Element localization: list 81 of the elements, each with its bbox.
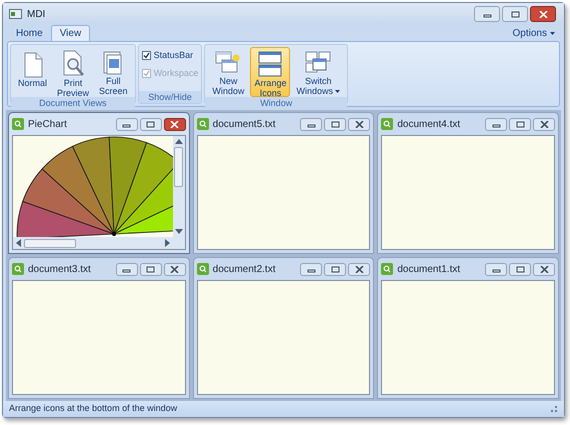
minimize-button[interactable] [485, 262, 507, 276]
maximize-button[interactable] [509, 262, 531, 276]
qt-logo-icon [381, 263, 394, 275]
caret-icon [550, 32, 555, 35]
child-window-title: document4.txt [397, 118, 462, 132]
close-button[interactable] [533, 118, 555, 130]
child-window-title: document1.txt [397, 262, 462, 276]
qt-logo-icon [381, 118, 394, 130]
minimize-button[interactable] [300, 118, 322, 130]
close-icon [170, 266, 180, 272]
close-button[interactable] [348, 118, 370, 130]
maximize-icon [330, 120, 340, 128]
qt-logo-icon [196, 118, 209, 130]
maximize-icon [330, 266, 340, 272]
close-button[interactable] [530, 6, 556, 22]
maximize-button[interactable] [502, 6, 528, 22]
maximize-button[interactable] [324, 262, 346, 276]
text-area[interactable] [381, 280, 555, 395]
qt-logo-icon [12, 118, 24, 130]
close-icon [354, 120, 364, 128]
maximize-icon [146, 266, 156, 272]
scroll-left-icon [15, 239, 22, 247]
child-window-title: PieChart [28, 118, 68, 132]
ribbon-button[interactable]: Full Screen [95, 47, 132, 97]
scroll-down-icon [174, 228, 183, 235]
child-window-title: document5.txt [212, 118, 276, 132]
page-icon [22, 52, 44, 78]
ribbon-button[interactable]: New Window [208, 47, 248, 97]
stacked-windows-icon [257, 50, 284, 78]
minimize-button[interactable] [485, 118, 507, 130]
text-area[interactable] [12, 280, 186, 395]
minimize-button[interactable] [300, 262, 322, 276]
ribbon-button[interactable]: Normal [14, 47, 52, 97]
minimize-button[interactable] [116, 118, 138, 130]
close-icon [538, 10, 548, 18]
ribbon-button[interactable]: Arrange Icons [250, 47, 290, 97]
maximize-button[interactable] [140, 118, 162, 130]
child-window-title: document3.txt [28, 262, 92, 276]
vertical-scrollbar[interactable] [172, 136, 185, 237]
horizontal-scrollbar[interactable] [13, 237, 173, 249]
ribbon-button[interactable]: Print Preview [53, 47, 94, 97]
qt-logo-icon [12, 263, 24, 275]
qt-logo-icon [196, 263, 209, 275]
text-area[interactable] [196, 280, 370, 395]
maximize-icon [516, 120, 524, 128]
page-magnifier-icon [61, 50, 86, 78]
close-button[interactable] [348, 262, 370, 276]
ribbon-button[interactable]: Switch Windows [292, 47, 344, 97]
status-text: Arrange icons at the bottom of the window [9, 402, 178, 416]
options-menu[interactable]: Options [512, 26, 555, 41]
ribbon-tab[interactable]: Home [8, 25, 51, 41]
maximize-button[interactable] [140, 262, 162, 276]
close-icon [354, 266, 364, 272]
group-title: Document Views [11, 97, 135, 109]
close-button[interactable] [164, 262, 186, 276]
app-icon [9, 9, 22, 19]
maximize-icon [146, 120, 156, 128]
checkbox[interactable]: StatusBar [142, 49, 198, 62]
minimize-button[interactable] [474, 6, 500, 22]
group-title: Show/Hide [138, 91, 202, 103]
maximize-icon [510, 10, 520, 18]
maximize-button[interactable] [509, 118, 531, 130]
close-icon [540, 266, 548, 272]
text-area[interactable] [381, 135, 555, 250]
close-icon [540, 120, 548, 128]
close-icon [170, 120, 180, 128]
scroll-up-icon [174, 138, 183, 145]
scrollbar-thumb[interactable] [174, 147, 184, 187]
minimize-button[interactable] [116, 262, 138, 276]
screen-icon [102, 50, 124, 76]
group-title: Window [205, 97, 347, 109]
text-area[interactable] [196, 135, 370, 250]
maximize-button[interactable] [324, 118, 346, 130]
child-window-title: document2.txt [212, 262, 276, 276]
close-button[interactable] [164, 118, 186, 130]
scrollbar-thumb[interactable] [24, 238, 76, 248]
window-title: MDI [27, 8, 46, 22]
maximize-icon [516, 266, 524, 272]
close-button[interactable] [533, 262, 555, 276]
resize-grip-icon [550, 405, 558, 413]
ribbon-tab[interactable]: View [50, 25, 90, 41]
